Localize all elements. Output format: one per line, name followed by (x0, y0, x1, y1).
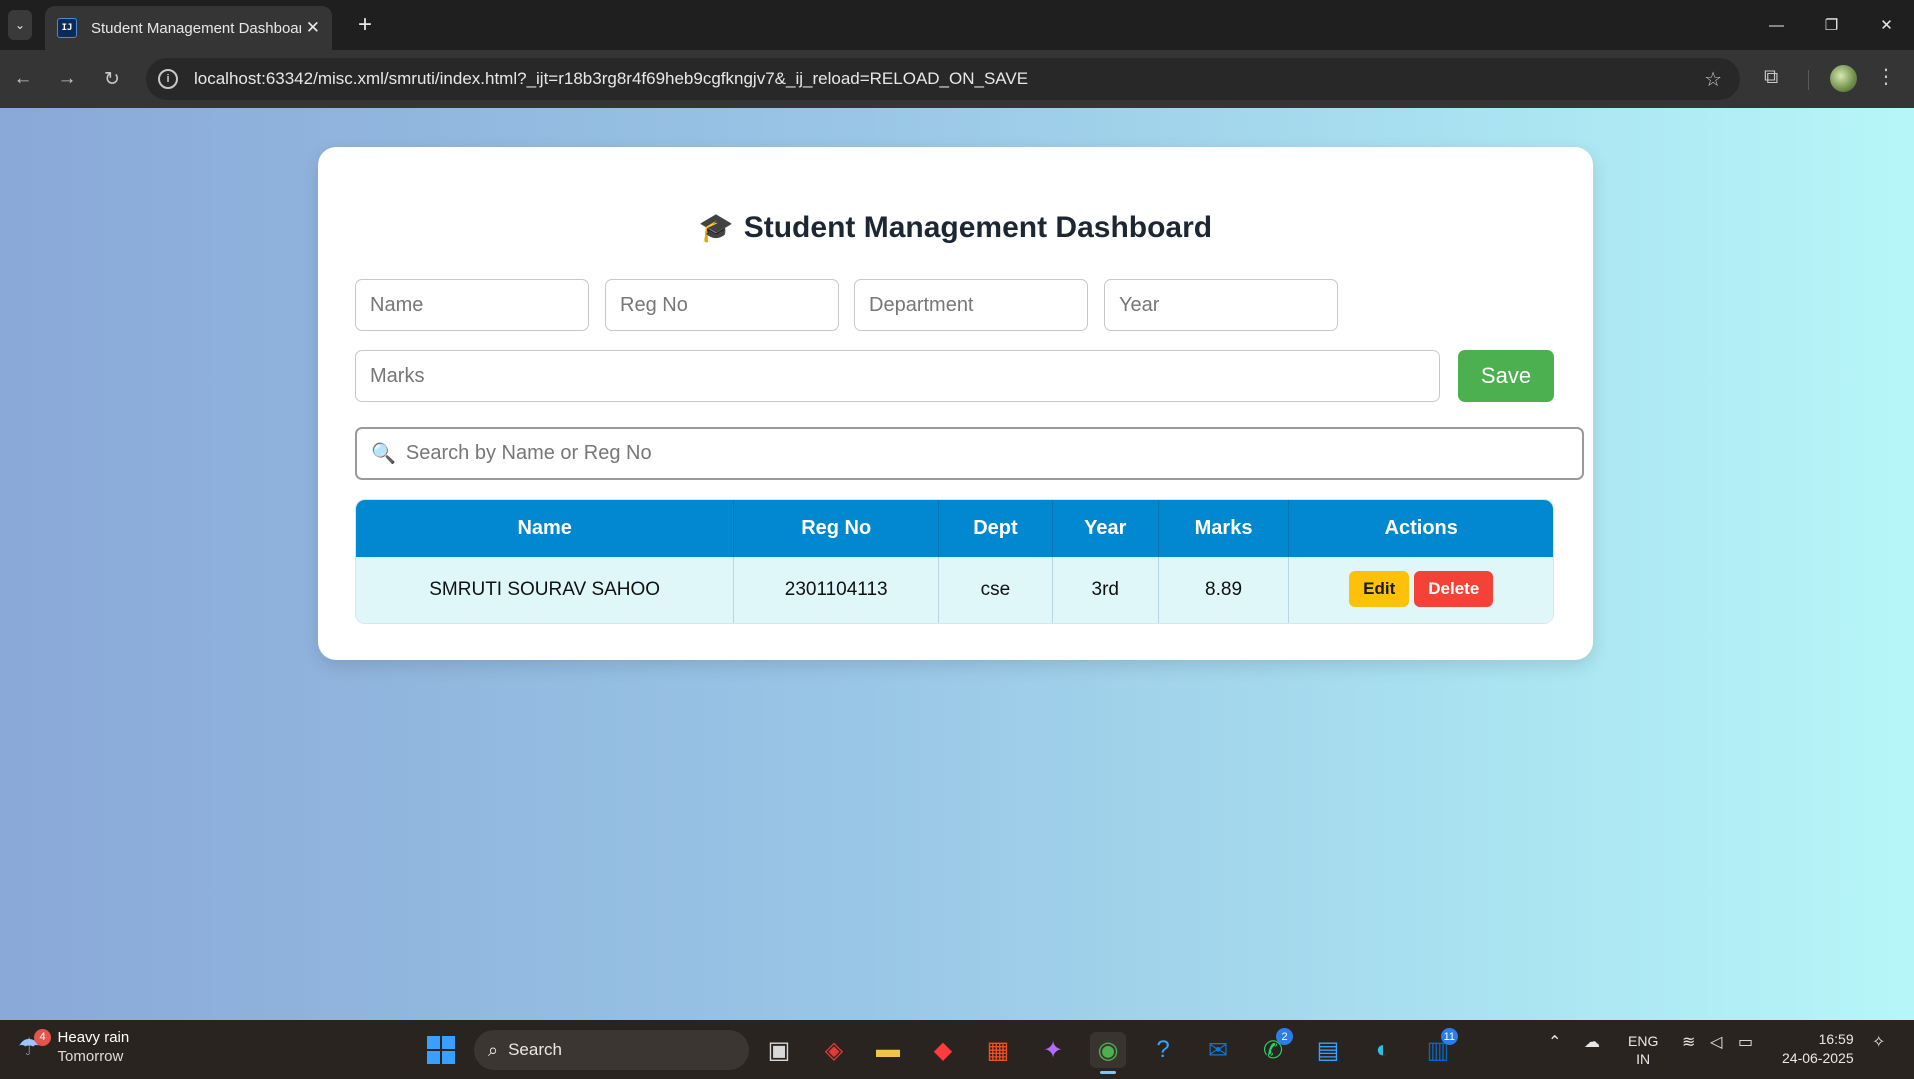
language-indicator[interactable]: ENG IN (1628, 1032, 1658, 1068)
intellij-favicon-icon: IJ (57, 18, 77, 38)
page-title: 🎓 Student Management Dashboard (318, 211, 1593, 245)
url-text[interactable]: localhost:63342/misc.xml/smruti/index.ht… (194, 69, 1028, 89)
taskbar-search-icon: ⌕ (488, 1039, 499, 1060)
browser-menu-icon[interactable]: ⋮ (1876, 64, 1896, 89)
help-icon[interactable]: ? (1145, 1032, 1181, 1068)
cell-name: SMRUTI SOURAV SAHOO (356, 557, 735, 623)
language-code: ENG (1628, 1033, 1659, 1049)
edit-button[interactable]: Edit (1349, 571, 1410, 607)
save-button[interactable]: Save (1458, 350, 1554, 402)
notifications-icon[interactable]: ✧ (1872, 1032, 1885, 1052)
cell-marks: 8.89 (1159, 557, 1290, 623)
clock-date: 24-06-2025 (1782, 1050, 1854, 1066)
graduation-cap-icon: 🎓 (698, 212, 734, 243)
active-app-indicator (1100, 1071, 1116, 1074)
microsoft-store-icon[interactable]: ▦ (980, 1032, 1016, 1068)
weather-title: Heavy rain (57, 1029, 130, 1046)
windows-start-icon[interactable] (427, 1036, 455, 1064)
regno-input[interactable] (605, 279, 839, 331)
wifi-icon[interactable]: ≋ (1682, 1032, 1695, 1052)
browser-tab-active[interactable]: IJ Student Management Dashboard ✕ (45, 6, 332, 50)
mcafee-icon[interactable]: ◈ (816, 1032, 852, 1068)
students-table: Name Reg No Dept Year Marks Actions SMRU… (355, 499, 1554, 624)
search-input[interactable] (405, 442, 1556, 465)
cell-year: 3rd (1053, 557, 1159, 623)
weather-widget[interactable]: ☂ 4 Heavy rain Tomorrow (18, 1028, 129, 1066)
anydesk-icon[interactable]: ◆ (925, 1032, 961, 1068)
dashboard-card: 🎓 Student Management Dashboard Save 🔍 Nam… (318, 147, 1593, 660)
browser-tabbar: ⌄ IJ Student Management Dashboard ✕ + — … (0, 0, 1914, 50)
column-header-dept: Dept (939, 500, 1053, 557)
rain-umbrella-icon: ☂ 4 (18, 1028, 51, 1062)
windows-taskbar: ☂ 4 Heavy rain Tomorrow ⌕ Search ▣ ◈ ▬ ◆ … (0, 1020, 1914, 1079)
address-bar[interactable]: i localhost:63342/misc.xml/smruti/index.… (146, 58, 1740, 100)
toolbar-divider (1808, 70, 1809, 90)
weather-badge: 4 (34, 1028, 51, 1046)
back-button[interactable]: ← (9, 65, 37, 93)
weather-subtitle: Tomorrow (57, 1048, 124, 1065)
chrome-icon[interactable]: ◉ (1090, 1032, 1126, 1074)
browser-toolbar: ← → ↻ i localhost:63342/misc.xml/smruti/… (0, 50, 1914, 108)
restore-button[interactable]: ❐ (1804, 0, 1859, 50)
cell-dept: cse (939, 557, 1053, 623)
page-viewport: 🎓 Student Management Dashboard Save 🔍 Nam… (0, 108, 1914, 1020)
copilot-icon[interactable]: ✦ (1035, 1032, 1071, 1068)
reload-button[interactable]: ↻ (98, 65, 126, 93)
search-box[interactable]: 🔍 (355, 427, 1584, 480)
column-header-actions: Actions (1384, 517, 1458, 539)
column-header-name: Name (356, 500, 735, 557)
whatsapp-badge: 2 (1276, 1028, 1293, 1045)
edge-icon[interactable]: ◐ (1365, 1032, 1401, 1068)
column-header-regno: Reg No (734, 500, 940, 557)
new-tab-button[interactable]: + (350, 10, 380, 40)
table-header-row: Name Reg No Dept Year Marks Actions (356, 500, 1553, 557)
task-view-icon[interactable]: ▣ (761, 1032, 797, 1068)
linkedin-icon[interactable]: ▥ 11 (1420, 1028, 1458, 1068)
page-title-text: Student Management Dashboard (743, 211, 1213, 244)
minimize-button[interactable]: — (1749, 0, 1804, 50)
whatsapp-icon[interactable]: ✆ 2 (1255, 1028, 1293, 1068)
battery-icon[interactable]: ▭ (1738, 1032, 1753, 1052)
outlook-icon[interactable]: ✉ (1200, 1032, 1236, 1068)
delete-button[interactable]: Delete (1414, 571, 1494, 607)
column-header-year: Year (1053, 500, 1159, 557)
forward-button[interactable]: → (53, 65, 81, 93)
intellij-icon[interactable]: ▤ (1310, 1032, 1346, 1068)
name-input[interactable] (355, 279, 589, 331)
tab-title: Student Management Dashboard (91, 19, 301, 37)
tab-close-icon[interactable]: ✕ (306, 18, 320, 38)
tab-search-button[interactable]: ⌄ (8, 10, 32, 40)
year-input[interactable] (1104, 279, 1338, 331)
linkedin-badge: 11 (1440, 1028, 1458, 1045)
close-window-button[interactable]: ✕ (1859, 0, 1914, 50)
cell-regno: 2301104113 (734, 557, 940, 623)
taskbar-search[interactable]: ⌕ Search (474, 1030, 749, 1070)
marks-input[interactable] (355, 350, 1440, 402)
site-info-icon[interactable]: i (158, 69, 178, 89)
clock-time: 16:59 (1818, 1031, 1854, 1047)
system-clock[interactable]: 16:59 24-06-2025 (1782, 1030, 1854, 1068)
onedrive-cloud-icon[interactable]: ☁ (1584, 1032, 1600, 1052)
file-explorer-icon[interactable]: ▬ (870, 1032, 906, 1068)
region-code: IN (1636, 1051, 1651, 1067)
extensions-icon[interactable]: ⧉ (1764, 66, 1778, 89)
search-icon: 🔍 (371, 443, 396, 465)
department-input[interactable] (854, 279, 1088, 331)
cell-actions: Edit Delete (1289, 557, 1553, 623)
bookmark-star-icon[interactable]: ☆ (1704, 67, 1722, 92)
window-controls: — ❐ ✕ (1749, 0, 1914, 50)
taskbar-search-label: Search (508, 1040, 562, 1059)
profile-avatar[interactable] (1830, 65, 1857, 92)
column-header-marks: Marks (1159, 500, 1290, 557)
volume-icon[interactable]: ◁ (1710, 1032, 1722, 1052)
tray-chevron-icon[interactable]: ⌃ (1548, 1032, 1561, 1052)
table-row: SMRUTI SOURAV SAHOO 2301104113 cse 3rd 8… (356, 557, 1553, 623)
